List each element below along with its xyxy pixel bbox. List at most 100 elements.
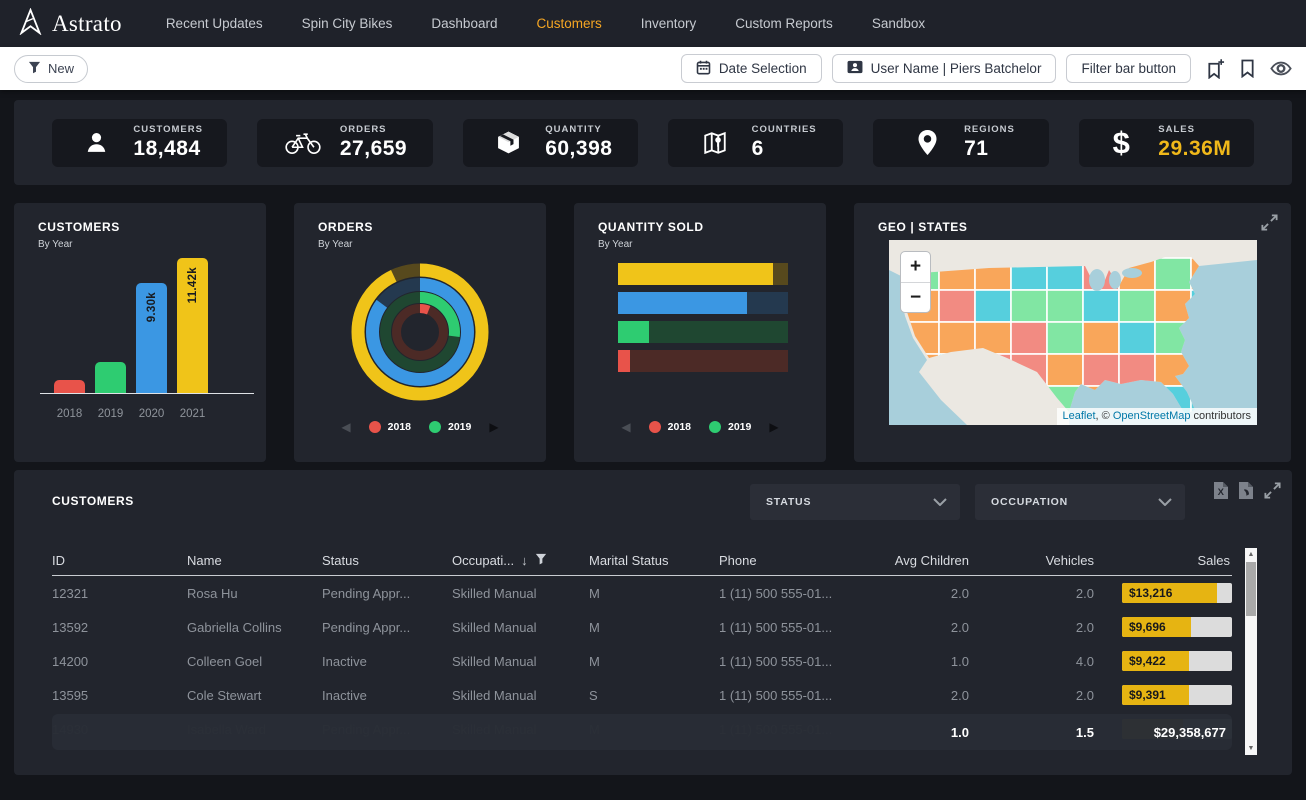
bar-2018[interactable] <box>54 380 85 393</box>
table-totals-row: 1.01.5$29,358,677 <box>52 714 1232 750</box>
status-filter-dropdown[interactable]: STATUS <box>750 484 960 520</box>
legend-label: 2018 <box>388 421 411 433</box>
column-header-marital-status[interactable]: Marital Status <box>589 553 719 568</box>
table-row[interactable]: 14200Colleen GoelInactiveSkilled ManualM… <box>52 644 1232 678</box>
bookmark-add-icon[interactable] <box>1206 59 1225 79</box>
user-name-piers-batchelor-button[interactable]: User Name | Piers Batchelor <box>832 54 1057 83</box>
nav-item-sandbox[interactable]: Sandbox <box>872 16 925 31</box>
nav-item-dashboard[interactable]: Dashboard <box>431 16 497 31</box>
legend-next-icon[interactable]: ▶ <box>769 418 778 436</box>
nav-item-recent-updates[interactable]: Recent Updates <box>166 16 263 31</box>
column-header-id[interactable]: ID <box>52 553 187 568</box>
table-row[interactable]: 13595Cole StewartInactiveSkilled ManualS… <box>52 678 1232 712</box>
osm-link[interactable]: OpenStreetMap <box>1113 410 1191 422</box>
eye-icon[interactable] <box>1270 61 1292 76</box>
kpi-label: SALES <box>1158 124 1231 135</box>
phone-cell: 1 (11) 500 555-01... <box>719 586 871 601</box>
column-header-vehicles[interactable]: Vehicles <box>981 553 1106 568</box>
legend-dot <box>709 421 721 433</box>
quantity-hbar-panel: QUANTITY SOLD By Year ◀20182019▶ <box>574 203 826 462</box>
hbar-2020[interactable] <box>618 292 788 314</box>
nav-item-spin-city-bikes[interactable]: Spin City Bikes <box>302 16 393 31</box>
occupation-cell: Skilled Manual <box>452 654 589 669</box>
map-icon <box>695 130 735 156</box>
sales-cell: $9,422 <box>1106 651 1232 671</box>
file-export-icon[interactable] <box>1238 481 1254 500</box>
column-header-status[interactable]: Status <box>322 553 452 568</box>
sales-cell: $13,216 <box>1106 583 1232 603</box>
column-header-phone[interactable]: Phone <box>719 553 871 568</box>
bar-value-label: 9.30k <box>146 292 158 322</box>
expand-icon[interactable] <box>1260 213 1279 237</box>
toolbar-actions: Date Selection User Name | Piers Batchelo… <box>681 54 1292 83</box>
table-row[interactable]: 13592Gabriella CollinsPending Appr...Ski… <box>52 610 1232 644</box>
column-header-sales[interactable]: Sales <box>1106 553 1232 568</box>
bookmark-icon[interactable] <box>1240 59 1255 78</box>
filter-bar-button-button[interactable]: Filter bar button <box>1066 54 1191 83</box>
filter-toolbar: New Date Selection User Name | Piers Batc… <box>0 47 1306 90</box>
dropdown-label: STATUS <box>766 496 811 508</box>
kpi-panel: CUSTOMERS18,484ORDERS27,659QUANTITY60,39… <box>14 100 1292 185</box>
zoom-out-button[interactable]: − <box>901 282 930 312</box>
brand-name: Astrato <box>52 11 122 37</box>
table-title: CUSTOMERS <box>52 494 134 508</box>
hbar-fill <box>618 321 649 343</box>
scrollbar-thumb[interactable] <box>1246 562 1256 616</box>
legend-prev-icon[interactable]: ◀ <box>621 418 630 436</box>
horizontal-bar-chart <box>618 263 788 379</box>
button-label: User Name | Piers Batchelor <box>871 61 1042 76</box>
x-axis-labels: 2018201920202021 <box>54 408 250 420</box>
funnel-icon <box>28 61 41 77</box>
occupation-filter-dropdown[interactable]: OCCUPATION <box>975 484 1185 520</box>
column-header-occupati[interactable]: Occupati...↓ <box>452 553 589 568</box>
column-header-avg-children[interactable]: Avg Children <box>871 553 981 568</box>
bar-2021[interactable]: 11.42k <box>177 258 208 393</box>
legend-item-2019[interactable]: 2019 <box>709 421 751 433</box>
legend-dot <box>369 421 381 433</box>
kpi-label: CUSTOMERS <box>133 124 203 135</box>
brand-logo[interactable]: Astrato <box>18 8 122 40</box>
astrato-dashboard: Astrato Recent Updates Spin City Bikes Das… <box>0 0 1306 775</box>
kpi-label: QUANTITY <box>545 124 612 135</box>
table-row[interactable]: 12321Rosa HuPending Appr...Skilled Manua… <box>52 576 1232 610</box>
legend-item-2018[interactable]: 2018 <box>369 421 411 433</box>
column-header-name[interactable]: Name <box>187 553 322 568</box>
zoom-in-button[interactable]: + <box>901 252 930 282</box>
x-tick-label: 2020 <box>136 408 167 420</box>
nav-item-custom-reports[interactable]: Custom Reports <box>735 16 833 31</box>
chart-subtitle: By Year <box>318 239 352 250</box>
leaflet-map[interactable]: + − Leaflet, © OpenStreetMap contributor… <box>889 240 1257 425</box>
expand-icon[interactable] <box>1263 481 1282 500</box>
hbar-2018[interactable] <box>618 350 788 372</box>
children-cell: 2.0 <box>871 688 981 703</box>
customers-table-panel: CUSTOMERS STATUS OCCUPATION X IDNameStat… <box>14 470 1292 775</box>
package-icon <box>488 130 528 155</box>
nav-item-inventory[interactable]: Inventory <box>641 16 697 31</box>
table-header-row: IDNameStatusOccupati...↓Marital StatusPh… <box>52 545 1232 576</box>
scroll-up-arrow[interactable]: ▲ <box>1245 551 1257 558</box>
legend-next-icon[interactable]: ▶ <box>489 418 498 436</box>
dashboard-content: CUSTOMERS18,484ORDERS27,659QUANTITY60,39… <box>0 90 1306 775</box>
sales-cell: $9,391 <box>1106 685 1232 705</box>
charts-row: CUSTOMERS By Year 9.30k11.42k 2018201920… <box>14 203 1292 462</box>
us-states-choropleth <box>889 240 1257 425</box>
kpi-value: 60,398 <box>545 137 612 161</box>
leaflet-link[interactable]: Leaflet <box>1063 410 1096 422</box>
excel-export-icon[interactable]: X <box>1213 481 1229 500</box>
scroll-down-arrow[interactable]: ▼ <box>1245 745 1257 752</box>
hbar-2019[interactable] <box>618 321 788 343</box>
legend-item-2019[interactable]: 2019 <box>429 421 471 433</box>
hbar-2021[interactable] <box>618 263 788 285</box>
date-selection-button[interactable]: Date Selection <box>681 54 822 83</box>
new-filter-button[interactable]: New <box>14 55 88 83</box>
legend-prev-icon[interactable]: ◀ <box>341 418 350 436</box>
column-funnel-icon[interactable] <box>535 553 547 568</box>
sort-desc-icon[interactable]: ↓ <box>521 553 528 568</box>
legend-label: 2019 <box>448 421 471 433</box>
legend-item-2018[interactable]: 2018 <box>649 421 691 433</box>
table-scrollbar[interactable]: ▲ ▼ <box>1245 548 1257 755</box>
bar-2020[interactable]: 9.30k <box>136 283 167 393</box>
bar-2019[interactable] <box>95 362 126 393</box>
dollar-icon: $ <box>1101 127 1141 158</box>
nav-item-customers[interactable]: Customers <box>536 16 601 31</box>
